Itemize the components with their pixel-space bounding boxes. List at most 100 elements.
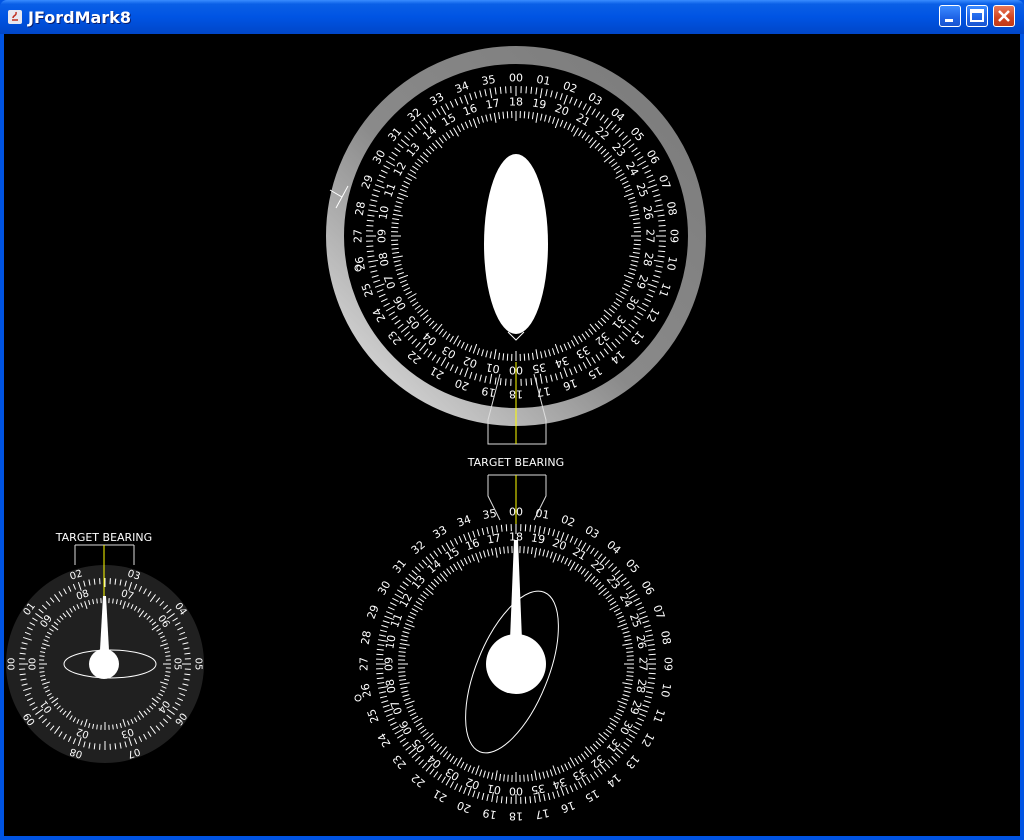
small-dial-tick xyxy=(96,598,98,604)
bottom-dial-tick xyxy=(422,590,429,597)
small-dial-hub xyxy=(89,649,119,679)
bottom-dial-tick xyxy=(577,565,583,573)
top-dial-tick xyxy=(648,179,656,183)
top-dial-tick xyxy=(397,143,404,149)
top-dial-inner-label: 09 xyxy=(376,229,389,243)
bottom-dial-tick xyxy=(399,682,410,685)
top-dial-tick xyxy=(631,319,638,325)
close-button[interactable] xyxy=(993,5,1015,27)
minimize-icon xyxy=(945,19,953,22)
bottom-dial-tick xyxy=(622,643,633,646)
bottom-dial-tick xyxy=(534,770,537,781)
small-dial-tick xyxy=(96,724,98,730)
top-dial-tick xyxy=(376,289,384,293)
bottom-dial-tick xyxy=(608,562,614,569)
top-dial-tick xyxy=(658,219,666,222)
bottom-dial-tick xyxy=(648,677,656,680)
bottom-dial-tick xyxy=(463,763,468,771)
bottom-dial-tick xyxy=(402,694,410,698)
top-dial-outer-label: 32 xyxy=(405,105,424,124)
top-dial-tick xyxy=(469,93,473,101)
top-dial-tick xyxy=(603,117,609,124)
top-dial-tick xyxy=(582,103,587,110)
top-dial-tick xyxy=(417,158,424,164)
top-dial-tick xyxy=(385,305,396,312)
top-dial-tick xyxy=(489,88,493,99)
top-dial-tick xyxy=(425,317,432,324)
top-dial-tick xyxy=(535,349,539,360)
bottom-dial-tick xyxy=(389,721,397,726)
bottom-dial-outer-label: 34 xyxy=(455,513,473,530)
top-dial-tick xyxy=(621,331,628,337)
bottom-dial-tick xyxy=(471,554,475,562)
top-dial-tick xyxy=(655,204,663,207)
top-dial-tick xyxy=(502,111,505,119)
bottom-dial-tick xyxy=(621,697,629,701)
bottom-dial-tick xyxy=(437,547,443,555)
title-bar[interactable]: JFordMark8 xyxy=(0,0,1024,34)
top-dial-tick xyxy=(371,194,379,198)
top-dial-tick xyxy=(404,331,411,337)
top-dial-tick xyxy=(403,180,411,185)
top-dial-tick xyxy=(453,127,459,137)
minimize-button[interactable] xyxy=(939,5,961,27)
bottom-dial-inner-label: 34 xyxy=(551,775,569,792)
bottom-dial-tick xyxy=(595,581,602,588)
bottom-dial-tick xyxy=(442,751,449,758)
bottom-dial-tick xyxy=(401,690,409,694)
bottom-dial-outer-label: 08 xyxy=(658,630,673,646)
top-dial-tick xyxy=(530,86,533,94)
bottom-dial-tick xyxy=(583,570,590,577)
bottom-dial-tick xyxy=(637,717,645,722)
bottom-dial-tick xyxy=(560,555,565,563)
bottom-dial-tick xyxy=(577,755,583,763)
top-dial-inner-label: 12 xyxy=(391,160,409,179)
bottom-dial-tick xyxy=(454,537,459,545)
bottom-dial-tick xyxy=(603,731,610,738)
top-dial-inner-label: 29 xyxy=(633,273,650,291)
top-dial-tick xyxy=(394,205,402,208)
bottom-dial-tick xyxy=(530,547,533,555)
bottom-dial-outer-label: 16 xyxy=(559,798,577,815)
top-dial-tick xyxy=(456,339,462,347)
bottom-dial-tick xyxy=(407,615,415,620)
top-dial-tick xyxy=(393,260,401,263)
top-dial-tick xyxy=(657,255,665,258)
bottom-dial-outer-label: 20 xyxy=(455,798,473,815)
bottom-dial-tick xyxy=(609,604,619,611)
bottom-dial-tick xyxy=(427,737,434,744)
top-dial-inner-label: 21 xyxy=(574,111,593,129)
top-dial-tick xyxy=(603,314,610,321)
bottom-dial: 00 01 020304050607080910111213141516171819… xyxy=(354,474,675,823)
top-dial-tick xyxy=(472,118,478,129)
top-dial-tick xyxy=(378,174,386,179)
bottom-dial-tick xyxy=(574,757,579,765)
top-dial-tick xyxy=(454,98,459,106)
top-dial-tick xyxy=(531,352,534,360)
top-dial-tick xyxy=(551,116,556,124)
top-dial-tick xyxy=(403,287,411,292)
top-dial-tick xyxy=(623,192,634,198)
top-dial-tick xyxy=(540,351,543,359)
top-dial-tick xyxy=(527,111,530,119)
bottom-dial-tick xyxy=(486,549,490,557)
bottom-dial-tick xyxy=(624,686,632,690)
top-dial-tick xyxy=(489,113,492,121)
top-dial-tick xyxy=(449,364,454,372)
bottom-dial-inner-label: 31 xyxy=(604,736,623,755)
top-dial-outer-label: 05 xyxy=(628,125,647,144)
bottom-dial-outer-label: 27 xyxy=(358,657,371,671)
bottom-dial-inner-label: 12 xyxy=(397,591,415,610)
bottom-dial-tick xyxy=(613,608,621,613)
bottom-dial-tick xyxy=(567,559,572,567)
top-dial-tick xyxy=(634,315,641,321)
top-dial-inner-label: 18 xyxy=(509,96,523,109)
maximize-button[interactable] xyxy=(966,5,988,27)
bottom-dial-tick xyxy=(476,791,480,799)
top-dial-tick xyxy=(464,367,469,378)
bottom-dial-tick xyxy=(481,792,485,800)
top-dial-tick xyxy=(605,120,613,130)
top-dial-tick xyxy=(550,374,553,382)
bottom-dial-tick xyxy=(635,602,643,607)
bottom-dial-tick xyxy=(499,547,502,555)
